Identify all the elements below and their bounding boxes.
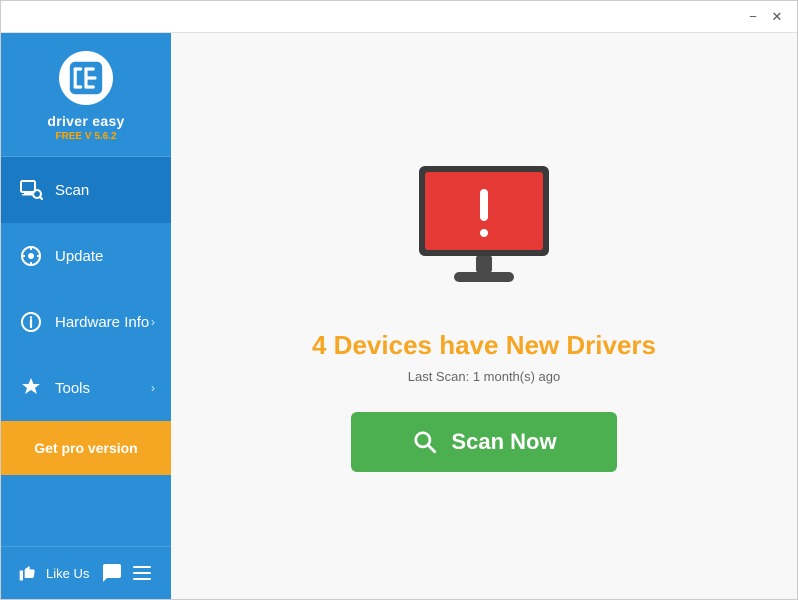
hamburger-menu-icon[interactable] — [133, 562, 155, 584]
get-pro-button[interactable]: Get pro version — [1, 421, 171, 475]
monitor-svg — [399, 161, 569, 301]
sidebar-bottom: Like Us — [1, 546, 171, 599]
sidebar-item-tools-label: Tools — [55, 380, 90, 397]
sidebar: driver easy FREE V 5.6.2 — [1, 33, 171, 599]
tools-chevron-icon: › — [151, 381, 155, 395]
like-us-label: Like Us — [46, 566, 89, 581]
scan-icon — [17, 176, 45, 204]
hardware-info-icon — [17, 308, 45, 336]
app-logo-icon — [68, 60, 104, 96]
update-icon — [17, 242, 45, 270]
minimize-button[interactable]: − — [741, 5, 765, 29]
app-window: − ✕ — [0, 0, 798, 600]
monitor-illustration — [399, 161, 569, 306]
close-button[interactable]: ✕ — [765, 5, 789, 29]
title-bar: − ✕ — [1, 1, 797, 33]
search-icon — [411, 428, 439, 456]
logo-circle — [59, 51, 113, 105]
scan-now-label: Scan Now — [451, 429, 556, 455]
sidebar-item-scan-label: Scan — [55, 182, 89, 199]
sidebar-header: driver easy FREE V 5.6.2 — [1, 33, 171, 157]
sidebar-item-tools[interactable]: Tools › — [1, 355, 171, 421]
like-us-button[interactable]: Like Us — [17, 562, 89, 584]
sidebar-item-hardware-info-label: Hardware Info — [55, 314, 149, 331]
app-version: FREE V 5.6.2 — [55, 131, 116, 142]
main-content: 4 Devices have New Drivers Last Scan: 1 … — [171, 33, 797, 599]
last-scan-text: Last Scan: 1 month(s) ago — [408, 369, 561, 384]
scan-now-button[interactable]: Scan Now — [351, 412, 616, 472]
headline: 4 Devices have New Drivers — [312, 330, 656, 361]
app-name: driver easy — [47, 113, 124, 129]
last-scan-label: Last Scan: — [408, 369, 469, 384]
sidebar-item-scan[interactable]: Scan — [1, 157, 171, 223]
sidebar-item-update[interactable]: Update — [1, 223, 171, 289]
tools-icon — [17, 374, 45, 402]
main-layout: driver easy FREE V 5.6.2 — [1, 33, 797, 599]
chat-icon[interactable] — [97, 559, 125, 587]
get-pro-label: Get pro version — [34, 440, 137, 456]
sidebar-item-hardware-info[interactable]: Hardware Info › — [1, 289, 171, 355]
thumbsup-icon — [17, 562, 39, 584]
sidebar-item-update-label: Update — [55, 248, 103, 265]
sidebar-nav: Scan Update — [1, 157, 171, 546]
hardware-info-chevron-icon: › — [151, 315, 155, 329]
last-scan-ago: 1 month(s) ago — [473, 369, 560, 384]
